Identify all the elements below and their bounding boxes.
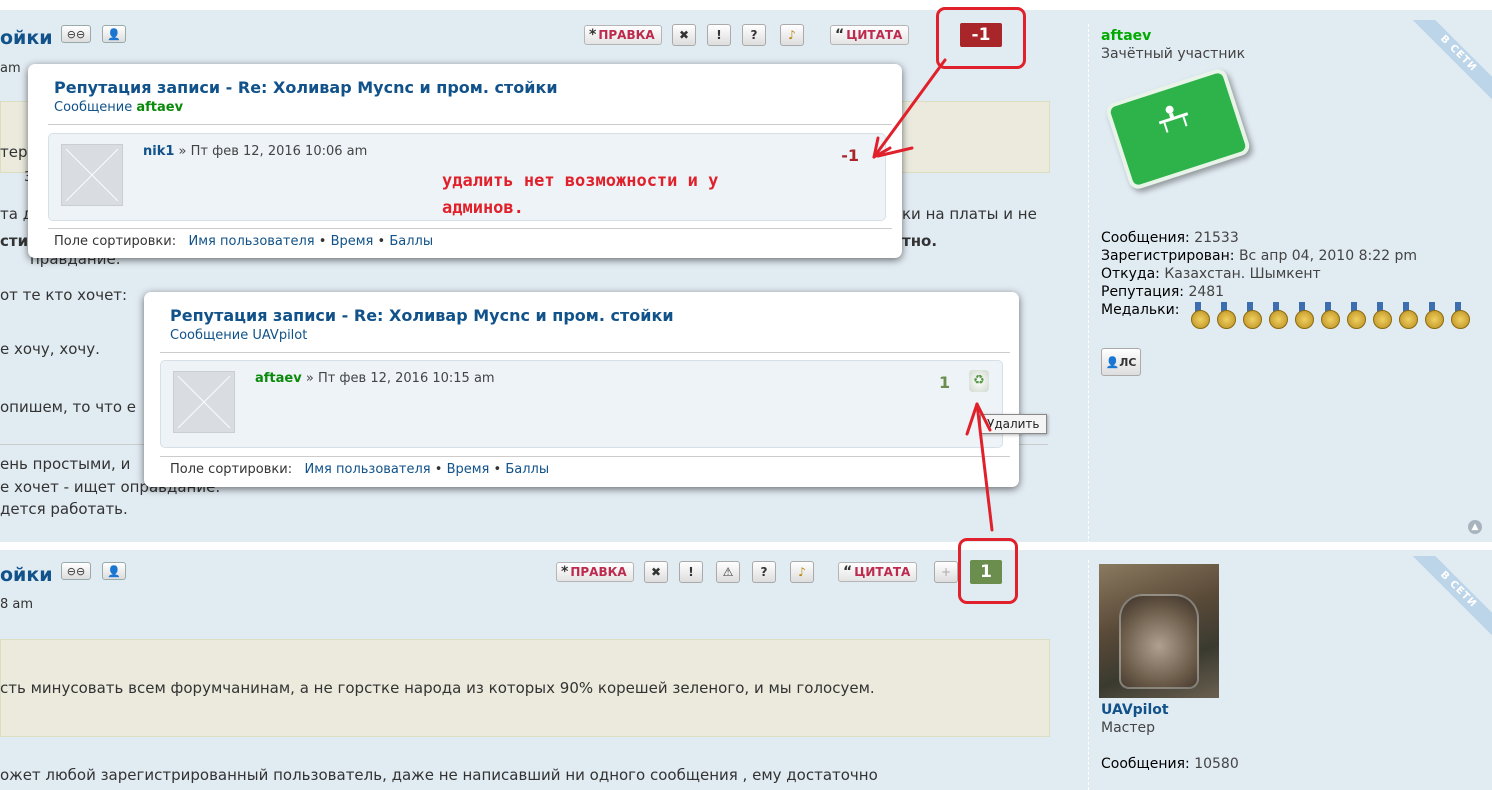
- annotation-arrows: [872, 58, 994, 532]
- arrow-line: [975, 402, 994, 532]
- arrow-line: [872, 58, 947, 159]
